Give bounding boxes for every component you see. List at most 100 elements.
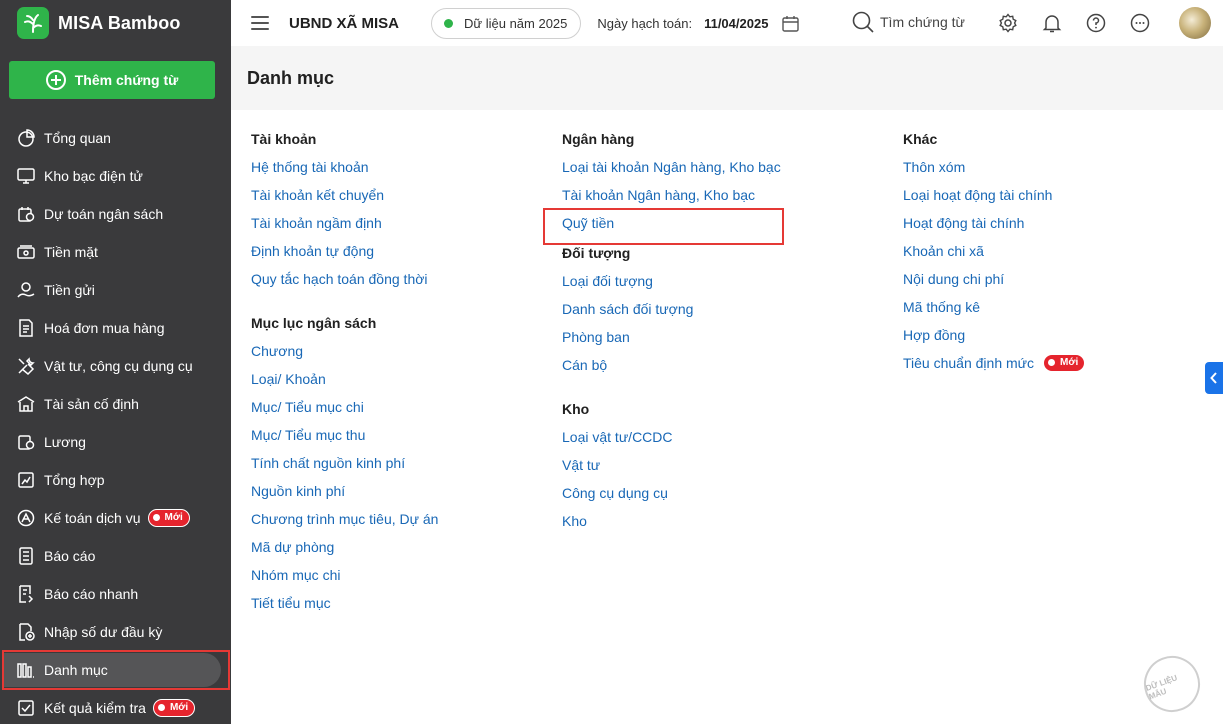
- catalog-column-2: Ngân hàng Loại tài khoản Ngân hàng, Kho …: [562, 125, 781, 535]
- section-title: Ngân hàng: [562, 131, 635, 147]
- calendar-icon[interactable]: [782, 15, 800, 32]
- catalog-link[interactable]: Quy tắc hạch toán đồng thời: [251, 265, 438, 293]
- sidebar-item-label: Tiền gửi: [44, 282, 95, 298]
- catalog-link[interactable]: Cán bộ: [562, 351, 781, 379]
- sidebar-item-service-accounting[interactable]: Kế toán dịch vụ Mới: [0, 499, 231, 537]
- catalog-link[interactable]: Mã thống kê: [903, 293, 1085, 321]
- sidebar-item-label: Danh mục: [44, 662, 108, 678]
- catalog-link[interactable]: Loại hoạt động tài chính: [903, 181, 1085, 209]
- sidebar-item-label: Dự toán ngân sách: [44, 206, 164, 222]
- menu-icon[interactable]: [251, 16, 269, 30]
- catalog-link[interactable]: Nguồn kinh phí: [251, 477, 438, 505]
- new-badge: Mới: [1043, 354, 1086, 372]
- section-title: Khác: [903, 131, 938, 147]
- pie-chart-icon: [16, 128, 36, 148]
- catalog-link[interactable]: Tiết tiểu mục: [251, 589, 438, 617]
- catalog-link[interactable]: Chương trình mục tiêu, Dự án: [251, 505, 438, 533]
- catalog-link[interactable]: Loại tài khoản Ngân hàng, Kho bạc: [562, 153, 781, 181]
- new-badge: Mới: [147, 509, 190, 527]
- catalog-link[interactable]: Mục/ Tiểu mục chi: [251, 393, 438, 421]
- catalog-link[interactable]: Tài khoản ngầm định: [251, 209, 438, 237]
- sidebar-item-label: Lương: [44, 434, 86, 450]
- catalog-link[interactable]: Hợp đồng: [903, 321, 1085, 349]
- building-icon: [16, 394, 36, 414]
- search-icon: [852, 11, 874, 33]
- sidebar-item-label: Tài sản cố định: [44, 396, 139, 412]
- catalog-link[interactable]: Tính chất nguồn kinh phí: [251, 449, 438, 477]
- catalog-link[interactable]: Kho: [562, 507, 781, 535]
- catalog-link[interactable]: Tài khoản Ngân hàng, Kho bạc: [562, 181, 781, 209]
- sidebar-item-deposit[interactable]: Tiền gửi: [0, 271, 231, 309]
- sidebar-item-opening-balance[interactable]: Nhập số dư đầu kỳ: [0, 613, 231, 651]
- avatar[interactable]: [1179, 7, 1211, 39]
- sidebar-item-cash[interactable]: Tiền mặt: [0, 233, 231, 271]
- sidebar-item-label: Nhập số dư đầu kỳ: [44, 624, 163, 640]
- sidebar-item-overview[interactable]: Tổng quan: [0, 119, 231, 157]
- data-year-label: Dữ liệu năm 2025: [464, 15, 568, 31]
- data-year-selector[interactable]: Dữ liệu năm 2025: [431, 7, 582, 39]
- brand[interactable]: MISA Bamboo: [0, 0, 231, 46]
- report-icon: [16, 546, 36, 566]
- sidebar-item-e-treasury[interactable]: Kho bạc điện tử: [0, 157, 231, 195]
- posting-date-value[interactable]: 11/04/2025: [704, 16, 768, 31]
- bell-icon[interactable]: [1041, 12, 1063, 34]
- sidebar-item-label: Báo cáo: [44, 548, 96, 564]
- salary-icon: [16, 432, 36, 452]
- sidebar-item-quick-reports[interactable]: Báo cáo nhanh: [0, 575, 231, 613]
- sidebar-item-salary[interactable]: Lương: [0, 423, 231, 461]
- org-name[interactable]: UBND XÃ MISA: [289, 15, 399, 32]
- catalog-link-norms[interactable]: Tiêu chuẩn định mức Mới: [903, 349, 1086, 377]
- catalog-link[interactable]: Hệ thống tài khoản: [251, 153, 438, 181]
- bamboo-logo-icon: [17, 7, 49, 39]
- quick-report-icon: [16, 584, 36, 604]
- sidebar-item-budget[interactable]: Dự toán ngân sách: [0, 195, 231, 233]
- catalog-link[interactable]: Nhóm mục chi: [251, 561, 438, 589]
- sidebar-nav: Tổng quan Kho bạc điện tử Dự toán ngân s…: [0, 119, 231, 724]
- catalog-link[interactable]: Thôn xóm: [903, 153, 1085, 181]
- service-icon: [16, 508, 36, 528]
- sidebar-item-label: Kết quả kiểm tra: [44, 700, 146, 716]
- chevron-left-icon: [1210, 372, 1217, 384]
- budget-icon: [16, 204, 36, 224]
- sidebar-item-summary[interactable]: Tổng hợp: [0, 461, 231, 499]
- sidebar-item-label: Báo cáo nhanh: [44, 586, 139, 602]
- catalog-link[interactable]: Chương: [251, 337, 438, 365]
- page-header: Danh mục: [231, 46, 1223, 110]
- catalog-link[interactable]: Loại vật tư/CCDC: [562, 423, 781, 451]
- catalog-link[interactable]: Khoản chi xã: [903, 237, 1085, 265]
- catalog-link[interactable]: Loại đối tượng: [562, 267, 781, 295]
- gear-icon[interactable]: [997, 12, 1019, 34]
- catalog-link[interactable]: Công cụ dụng cụ: [562, 479, 781, 507]
- sidebar-item-supplies-tools[interactable]: Vật tư, công cụ dụng cụ: [0, 347, 231, 385]
- opening-balance-icon: [16, 622, 36, 642]
- catalog-link[interactable]: Mục/ Tiểu mục thu: [251, 421, 438, 449]
- sidebar-item-check-results[interactable]: Kết quả kiểm tra Mới: [0, 689, 231, 724]
- watermark-text: DỮ LIỆU MẪU: [1144, 673, 1179, 702]
- topbar: UBND XÃ MISA Dữ liệu năm 2025 Ngày hạch …: [231, 0, 1223, 46]
- topbar-icons: [997, 12, 1173, 34]
- posting-date-label: Ngày hạch toán:: [597, 15, 693, 31]
- sidebar-item-label: Tổng hợp: [44, 472, 105, 488]
- sidebar-item-label: Kho bạc điện tử: [44, 168, 143, 184]
- catalog-link[interactable]: Hoạt động tài chính: [903, 209, 1085, 237]
- sidebar-item-fixed-assets[interactable]: Tài sản cố định: [0, 385, 231, 423]
- search-input[interactable]: Tìm chứng từ: [852, 11, 965, 33]
- catalog-link[interactable]: Nội dung chi phí: [903, 265, 1085, 293]
- catalog-link[interactable]: Mã dự phòng: [251, 533, 438, 561]
- catalog-icon: [16, 660, 36, 680]
- section-title: Tài khoản: [251, 131, 317, 147]
- add-voucher-button[interactable]: Thêm chứng từ: [9, 61, 215, 99]
- sidebar-item-reports[interactable]: Báo cáo: [0, 537, 231, 575]
- catalog-link[interactable]: Loại/ Khoản: [251, 365, 438, 393]
- catalog-link[interactable]: Tài khoản kết chuyển: [251, 181, 438, 209]
- panel-toggle-button[interactable]: [1205, 362, 1223, 394]
- more-icon[interactable]: [1129, 12, 1151, 34]
- sidebar-item-purchase-invoice[interactable]: Hoá đơn mua hàng: [0, 309, 231, 347]
- catalog-link[interactable]: Định khoản tự động: [251, 237, 438, 265]
- catalog-link[interactable]: Vật tư: [562, 451, 781, 479]
- catalog-link[interactable]: Phòng ban: [562, 323, 781, 351]
- help-icon[interactable]: [1085, 12, 1107, 34]
- catalog-link[interactable]: Danh sách đối tượng: [562, 295, 781, 323]
- sidebar-item-label: Tiền mặt: [44, 244, 98, 260]
- sidebar-item-label: Vật tư, công cụ dụng cụ: [44, 358, 193, 374]
